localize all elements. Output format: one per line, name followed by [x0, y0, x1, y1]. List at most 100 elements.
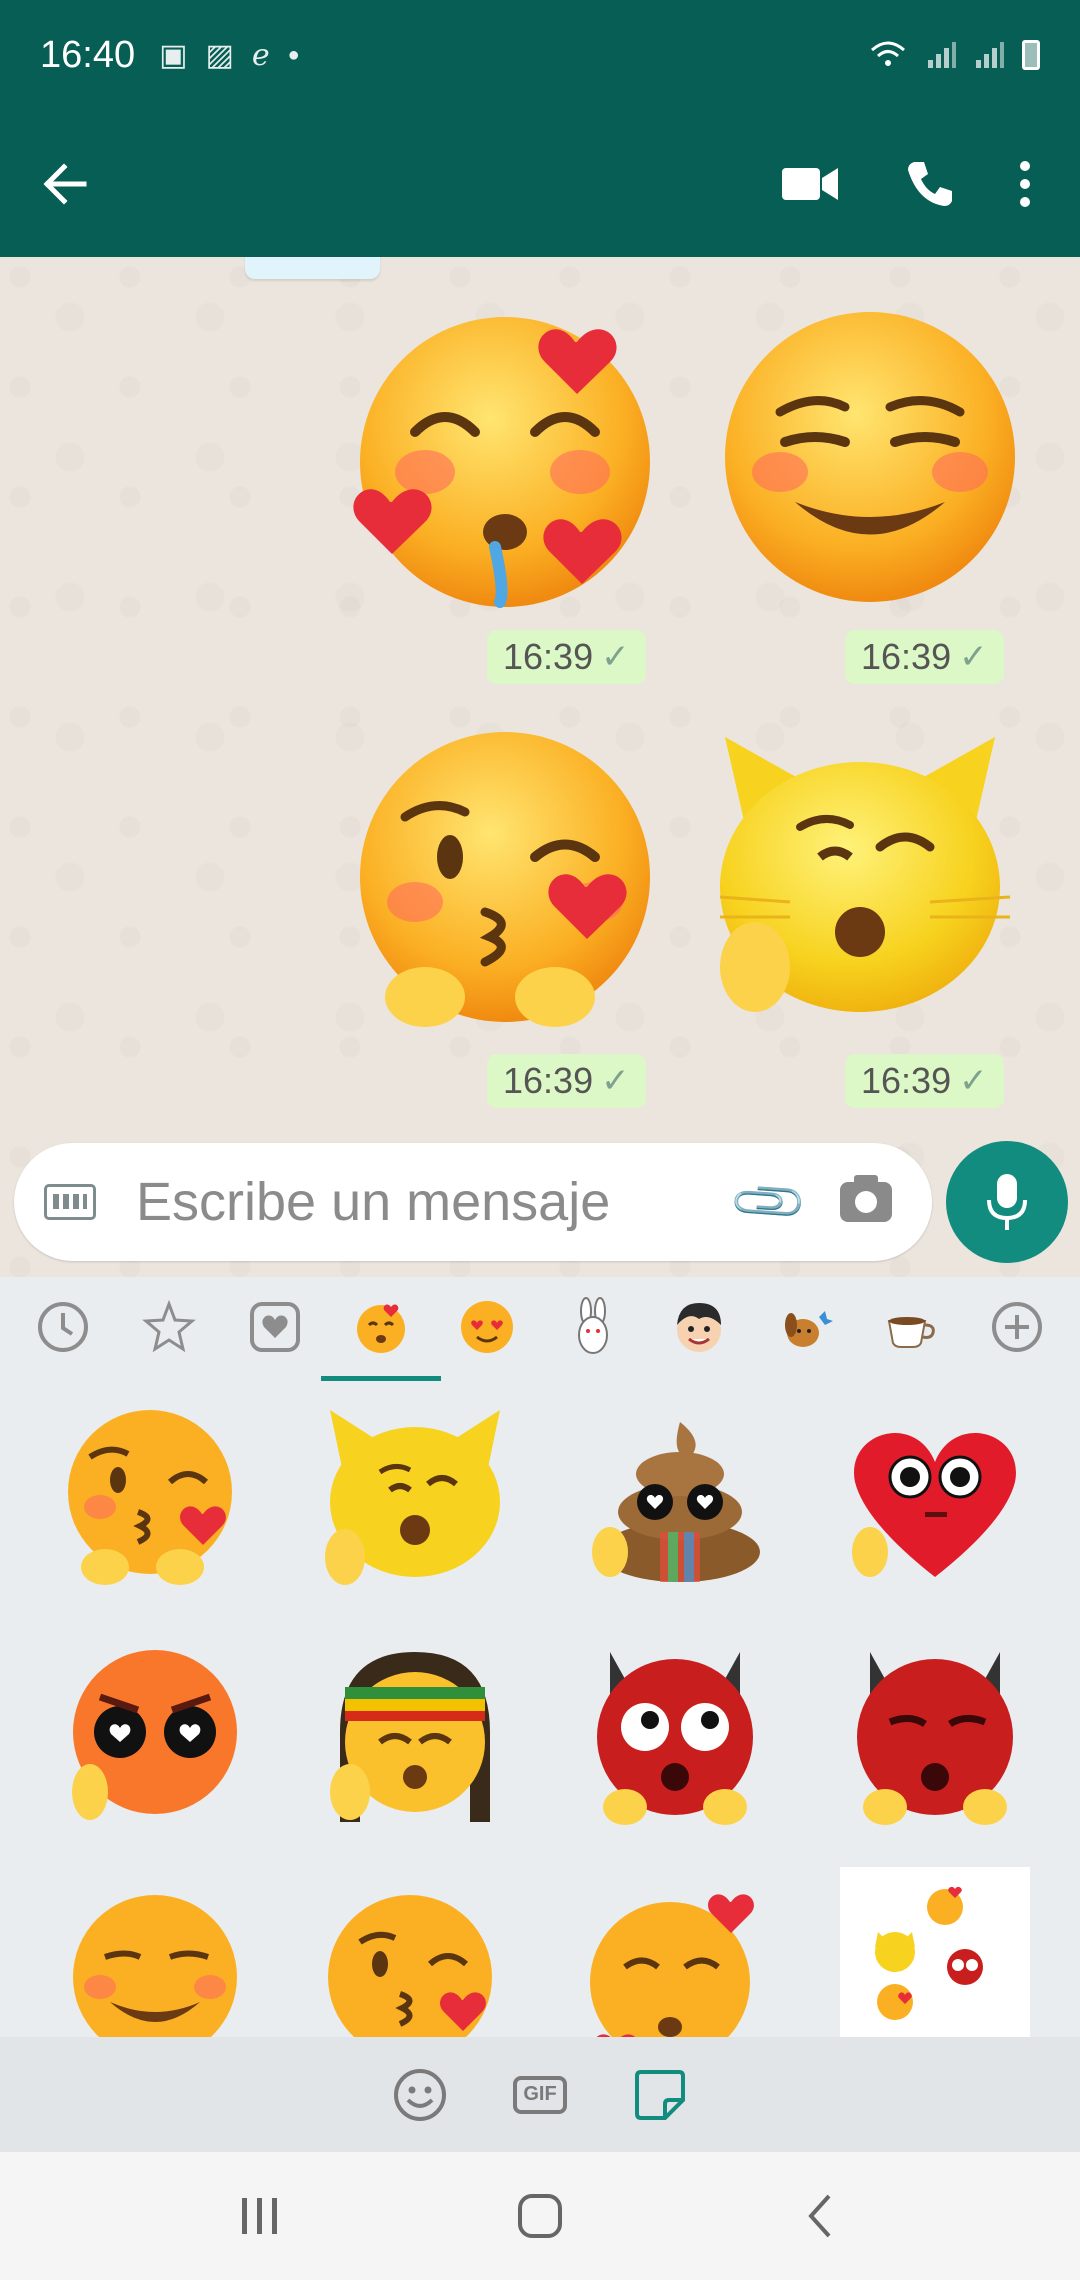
heart-icon — [250, 1302, 300, 1352]
cat-face-rock-hand-sticker — [719, 737, 1011, 1012]
emoji-tab-button[interactable] — [388, 2063, 452, 2127]
camera-icon[interactable] — [840, 1175, 892, 1222]
chevron-left-icon — [808, 2194, 831, 2238]
sticker-item[interactable] — [835, 1397, 1035, 1597]
more-options-button[interactable] — [990, 134, 1060, 234]
smirk-sticker — [73, 1895, 237, 2037]
sticker-message[interactable] — [355, 727, 655, 1027]
message-input-placeholder[interactable]: Escribe un mensaje — [136, 1171, 738, 1233]
status-notification-icons: ▣ ▨ ℯ ● — [159, 38, 300, 73]
heart-eyes-icon — [461, 1301, 513, 1353]
dog-icon — [785, 1311, 833, 1347]
angry-heart-eyes-sticker — [72, 1650, 237, 1820]
back-nav-button[interactable] — [780, 2176, 860, 2256]
hearts-face-sticker — [590, 1894, 754, 2037]
bank-icon: ▣ — [159, 38, 188, 72]
phone-icon — [908, 161, 952, 206]
sticker-item[interactable] — [575, 1397, 775, 1597]
sticker-pack-tabs — [0, 1277, 1080, 1381]
cat-rock-sticker — [325, 1410, 500, 1585]
sticker-item[interactable] — [55, 1397, 255, 1597]
smiling-face-with-hearts-sticker — [353, 317, 650, 608]
video-call-icon — [782, 167, 838, 200]
tab-cup-pack[interactable] — [871, 1287, 951, 1367]
message-input-box[interactable]: Escribe un mensaje 📎 — [14, 1143, 932, 1261]
tab-recent[interactable] — [23, 1287, 103, 1367]
sticker-item[interactable] — [575, 1637, 775, 1837]
arrow-left-icon — [43, 162, 87, 205]
message-input-row: Escribe un mensaje 📎 — [14, 1141, 1068, 1263]
sticker-pack-preview — [875, 1886, 983, 2020]
message-time: 16:39 — [861, 636, 952, 677]
dot-icon: ● — [287, 43, 300, 66]
bunny-icon — [578, 1297, 608, 1354]
eclipse-icon: ℯ — [251, 38, 270, 72]
sticker-item[interactable] — [840, 1867, 1030, 2037]
recent-apps-icon — [242, 2198, 277, 2234]
signal-icon — [928, 42, 956, 68]
sticker-item[interactable] — [315, 1397, 515, 1597]
poop-hearts-sticker — [592, 1422, 760, 1582]
tab-bunny-pack[interactable] — [553, 1287, 633, 1367]
sticker-icon — [635, 2069, 685, 2120]
heart-face-sticker — [852, 1433, 1016, 1577]
sticker-message[interactable] — [720, 307, 1020, 607]
video-call-button[interactable] — [750, 134, 870, 234]
tab-dog-pack[interactable] — [765, 1287, 845, 1367]
status-bar: 16:40 ▣ ▨ ℯ ● — [0, 0, 1080, 110]
sticker-message[interactable] — [710, 717, 1011, 1017]
home-button[interactable] — [500, 2176, 580, 2256]
sticker-item[interactable] — [315, 1637, 515, 1837]
message-time: 16:39 — [503, 636, 594, 677]
recent-apps-button[interactable] — [220, 2176, 300, 2256]
boy-face-icon — [677, 1303, 721, 1352]
gif-tab-button[interactable]: GIF — [508, 2063, 572, 2127]
red-devil-eyes-sticker — [597, 1652, 753, 1825]
home-icon — [518, 2194, 562, 2238]
red-devil-sticker — [857, 1652, 1013, 1825]
status-time: 16:40 — [40, 33, 136, 76]
star-icon — [142, 1300, 196, 1353]
smirking-face-sticker — [725, 312, 1015, 602]
voice-record-button[interactable] — [946, 1141, 1068, 1263]
emoji-icon — [394, 2068, 446, 2121]
status-system-icons — [868, 40, 1040, 70]
kissing-heart-sticker — [68, 1410, 232, 1585]
back-button[interactable] — [20, 134, 110, 234]
tab-boy-pack[interactable] — [659, 1287, 739, 1367]
image-icon: ▨ — [205, 38, 234, 72]
message-time-chip: 16:39 ✓ — [487, 630, 646, 684]
message-time-chip: 16:39 ✓ — [845, 1054, 1004, 1108]
tab-add-pack[interactable] — [977, 1287, 1057, 1367]
message-time-chip: 16:39 ✓ — [487, 1054, 646, 1108]
system-navigation-bar — [0, 2152, 1080, 2280]
voice-call-button[interactable] — [870, 134, 990, 234]
sticker-message[interactable] — [345, 302, 650, 608]
tab-emoji-pack-1[interactable] — [321, 1287, 441, 1381]
sticker-tab-button[interactable] — [628, 2063, 692, 2127]
sticker-item[interactable] — [55, 1877, 255, 2037]
message-time: 16:39 — [503, 1060, 594, 1101]
sticker-panel — [0, 1277, 1080, 2037]
keyboard-icon[interactable] — [44, 1184, 96, 1220]
message-time: 16:39 — [861, 1060, 952, 1101]
battery-icon — [1022, 40, 1040, 70]
media-type-toolbar: GIF — [0, 2037, 1080, 2152]
rasta-face-sticker — [330, 1652, 490, 1822]
sticker-item[interactable] — [575, 1877, 775, 2037]
tab-heart-pack[interactable] — [235, 1287, 315, 1367]
sent-check-icon: ✓ — [959, 1062, 988, 1100]
tab-favorites[interactable] — [129, 1287, 209, 1367]
date-chip — [245, 257, 380, 279]
gif-icon: GIF — [513, 2075, 567, 2114]
chat-messages-area[interactable]: 16:39 ✓ 16:39 ✓ 16:39 ✓ 16:39 ✓ — [0, 257, 1080, 1277]
sticker-item[interactable] — [315, 1877, 515, 2037]
paperclip-icon[interactable]: 📎 — [726, 1159, 812, 1245]
sent-check-icon: ✓ — [601, 638, 630, 676]
tab-emoji-pack-2[interactable] — [447, 1287, 527, 1367]
sticker-grid — [0, 1387, 1080, 2037]
sticker-item[interactable] — [835, 1637, 1035, 1837]
plus-circle-icon — [992, 1302, 1042, 1352]
sticker-item[interactable] — [55, 1637, 255, 1837]
chat-app-bar — [0, 110, 1080, 257]
